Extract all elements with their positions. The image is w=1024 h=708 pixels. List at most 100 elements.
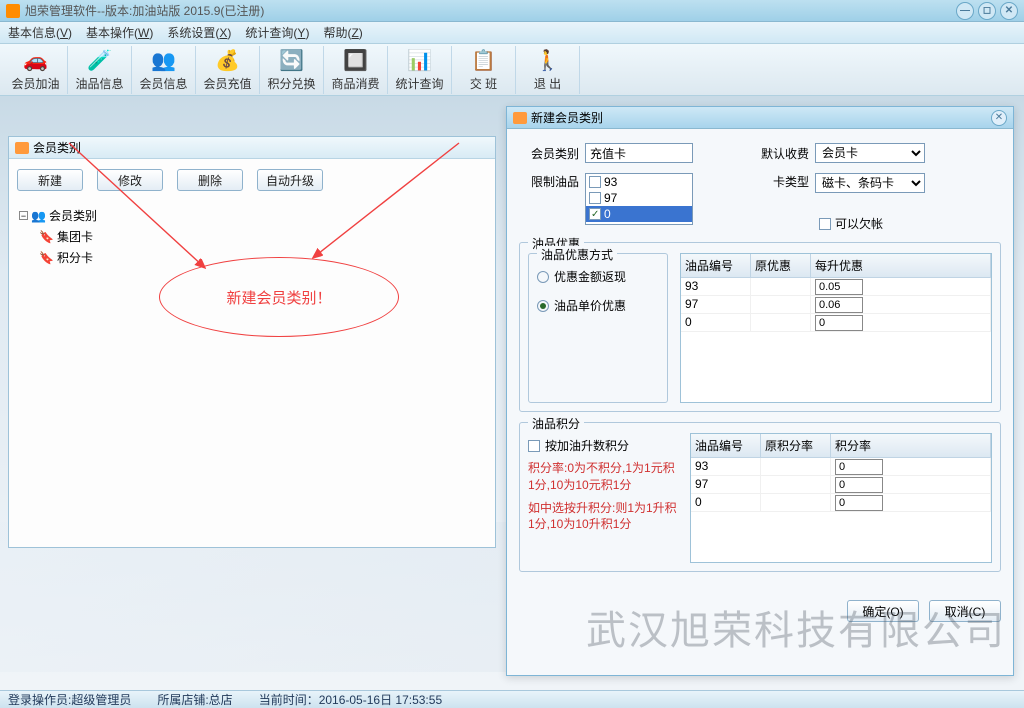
col-header: 原优惠 — [751, 254, 811, 277]
cell[interactable] — [811, 296, 991, 313]
toolbar-8[interactable]: 🚶 退 出 — [516, 46, 580, 94]
col-header: 油品编号 — [691, 434, 761, 457]
delete-button[interactable]: 删除 — [177, 169, 243, 191]
oil-discount-group: 油品优惠 油品优惠方式 优惠金额返现 油品单价优惠 油品编号 原优惠 每升优惠 … — [519, 242, 1001, 412]
maximize-button[interactable]: ◻ — [978, 2, 996, 20]
tree-item-label: 积分卡 — [57, 249, 93, 266]
oil-points-group: 油品积分 按加油升数积分 积分率:0为不积分,1为1元积1分,10为10元积1分… — [519, 422, 1001, 572]
tool-label: 会员加油 — [11, 75, 59, 92]
expand-icon[interactable]: − — [19, 211, 28, 220]
default-charge-combo[interactable]: 会员卡 — [815, 143, 925, 163]
close-button[interactable]: ✕ — [1000, 2, 1018, 20]
tree-root-label: 会员类别 — [49, 207, 97, 224]
tree-item-label: 集团卡 — [57, 228, 93, 245]
checkbox-label: 可以欠帐 — [835, 215, 883, 232]
points-grid[interactable]: 油品编号 原积分率 积分率 93970 — [690, 433, 992, 563]
listbox-item[interactable]: 97 — [586, 190, 692, 206]
tree-item-group-card[interactable]: 🔖 集团卡 — [39, 228, 485, 245]
cell-input[interactable] — [815, 297, 863, 313]
cell — [761, 458, 831, 475]
cancel-button[interactable]: 取消(C) — [929, 600, 1001, 622]
listbox-item[interactable]: 0 — [586, 206, 692, 222]
folder-icon — [15, 142, 29, 154]
table-row[interactable]: 93 — [691, 458, 991, 476]
table-row[interactable]: 93 — [681, 278, 991, 296]
credit-checkbox[interactable] — [819, 218, 831, 230]
toolbar-3[interactable]: 💰会员充值 — [196, 46, 260, 94]
dialog-titlebar: 新建会员类别 ✕ — [507, 107, 1013, 129]
radio-unit-price[interactable]: 油品单价优惠 — [537, 297, 659, 314]
item-label: 97 — [604, 191, 617, 205]
status-user: 登录操作员:超级管理员 — [8, 691, 131, 708]
col-header: 原积分率 — [761, 434, 831, 457]
table-row[interactable]: 0 — [681, 314, 991, 332]
cell[interactable] — [811, 314, 991, 331]
menu-settings[interactable]: 系统设置(X) — [167, 24, 231, 41]
folder-icon — [513, 112, 527, 124]
tool-label: 交 班 — [470, 75, 497, 92]
listbox-item[interactable]: 93 — [586, 174, 692, 190]
auto-upgrade-button[interactable]: 自动升级 — [257, 169, 323, 191]
cell-input[interactable] — [815, 279, 863, 295]
dialog-close-button[interactable]: ✕ — [991, 110, 1007, 126]
tool-icon: 📊 — [407, 47, 433, 73]
toolbar-6[interactable]: 📊 统计查询 — [388, 46, 452, 94]
cell-input[interactable] — [835, 495, 883, 511]
checkbox-label: 按加油升数积分 — [545, 437, 629, 454]
cell-input[interactable] — [835, 459, 883, 475]
table-row[interactable]: 0 — [691, 494, 991, 512]
tool-label: 统计查询 — [395, 75, 443, 92]
card-type-combo[interactable]: 磁卡、条码卡 — [815, 173, 925, 193]
toolbar-2[interactable]: 👥会员信息 — [132, 46, 196, 94]
menubar: 基本信息(V) 基本操作(W) 系统设置(X) 统计查询(Y) 帮助(Z) — [0, 22, 1024, 44]
tool-label: 会员信息 — [139, 75, 187, 92]
category-input[interactable] — [585, 143, 693, 163]
cell — [751, 278, 811, 295]
radio-icon — [537, 300, 549, 312]
workspace: 会员类别 新建 修改 删除 自动升级 − 👥 会员类别 🔖 集团卡 🔖 积分卡 … — [0, 96, 1024, 690]
minimize-button[interactable]: — — [956, 2, 974, 20]
people-icon: 👥 — [31, 209, 46, 223]
tool-icon: 🚶 — [535, 47, 561, 73]
cell — [761, 476, 831, 493]
ok-button[interactable]: 确定(O) — [847, 600, 919, 622]
tool-label: 退 出 — [534, 75, 561, 92]
cell: 97 — [691, 476, 761, 493]
table-row[interactable]: 97 — [681, 296, 991, 314]
menu-help[interactable]: 帮助(Z) — [323, 24, 362, 41]
toolbar-4[interactable]: 🔄积分兑换 — [260, 46, 324, 94]
new-category-dialog: 新建会员类别 ✕ 会员类别 默认收费 会员卡 限制油品 93970 卡类型 磁卡… — [506, 106, 1014, 676]
cell-input[interactable] — [835, 477, 883, 493]
field-label: 默认收费 — [719, 145, 809, 162]
menu-basic-info[interactable]: 基本信息(V) — [8, 24, 72, 41]
restrict-oil-listbox[interactable]: 93 970 — [585, 173, 693, 225]
tool-icon: 🔄 — [279, 47, 305, 73]
menu-basic-ops[interactable]: 基本操作(W) — [86, 24, 153, 41]
item-label: 93 — [604, 175, 617, 189]
cell-input[interactable] — [815, 315, 863, 331]
cell[interactable] — [831, 476, 991, 493]
table-row[interactable]: 97 — [691, 476, 991, 494]
radio-label: 油品单价优惠 — [554, 297, 626, 314]
note-text: 如中选按升积分:则1为1升积1分,10为10升积1分 — [528, 500, 678, 534]
cell: 93 — [681, 278, 751, 295]
cell[interactable] — [831, 494, 991, 511]
toolbar-1[interactable]: 🧪油品信息 — [68, 46, 132, 94]
radio-amount-return[interactable]: 优惠金额返现 — [537, 268, 659, 285]
menu-stats[interactable]: 统计查询(Y) — [245, 24, 309, 41]
card-icon: 🔖 — [39, 251, 54, 265]
toolbar-5[interactable]: 🔲商品消费 — [324, 46, 388, 94]
new-button[interactable]: 新建 — [17, 169, 83, 191]
points-by-liter-checkbox[interactable]: 按加油升数积分 — [528, 437, 678, 454]
tree-root[interactable]: − 👥 会员类别 — [19, 207, 485, 224]
discount-grid[interactable]: 油品编号 原优惠 每升优惠 93970 — [680, 253, 992, 403]
toolbar-7[interactable]: 📋 交 班 — [452, 46, 516, 94]
edit-button[interactable]: 修改 — [97, 169, 163, 191]
checkbox-icon — [528, 440, 540, 452]
col-header: 积分率 — [831, 434, 991, 457]
statusbar: 登录操作员:超级管理员 所属店铺:总店 当前时间：2016-05-16日 17:… — [0, 690, 1024, 708]
cell[interactable] — [811, 278, 991, 295]
cell[interactable] — [831, 458, 991, 475]
toolbar-0[interactable]: 🚗会员加油 — [4, 46, 68, 94]
tool-icon: 📋 — [471, 47, 497, 73]
